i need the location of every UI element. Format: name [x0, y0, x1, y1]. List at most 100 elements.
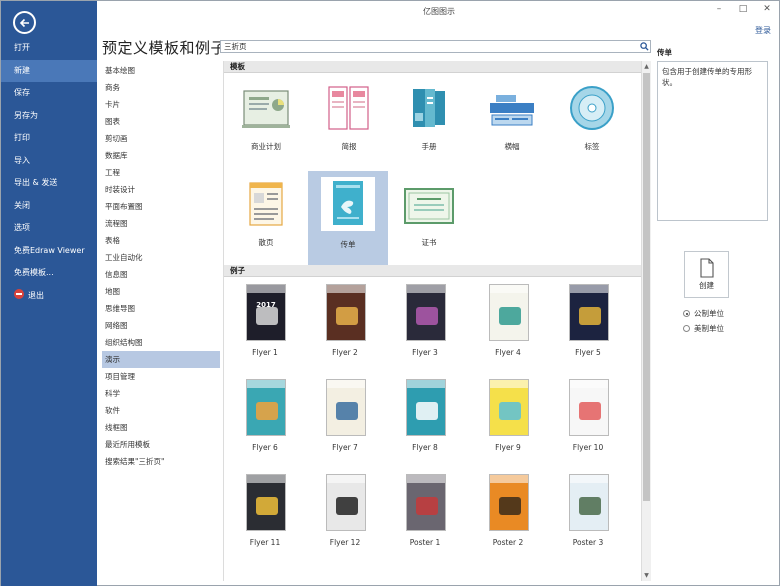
search-input[interactable]: [221, 41, 638, 52]
template-tile[interactable]: 简报: [309, 77, 389, 167]
nav-item-save[interactable]: 保存: [1, 82, 97, 105]
example-tile[interactable]: Flyer 3: [386, 284, 464, 374]
example-thumbnail: [326, 379, 366, 436]
template-tile[interactable]: 散页: [226, 173, 306, 263]
thumbnail-header-strip: [570, 475, 608, 483]
category-item[interactable]: 平面布置图: [102, 198, 220, 215]
nav-item-open[interactable]: 打开: [1, 37, 97, 60]
template-tile-selected[interactable]: 传单: [308, 171, 388, 265]
example-tile[interactable]: Flyer 11: [226, 474, 304, 564]
example-tile[interactable]: Flyer 7: [306, 379, 384, 469]
category-item[interactable]: 工程: [102, 164, 220, 181]
category-item[interactable]: 表格: [102, 232, 220, 249]
example-tile[interactable]: Poster 2: [469, 474, 547, 564]
category-item[interactable]: 流程图: [102, 215, 220, 232]
example-tile[interactable]: Flyer 9: [469, 379, 547, 469]
example-tile[interactable]: Flyer 4: [469, 284, 547, 374]
example-label: Flyer 11: [249, 538, 281, 547]
nav-item-save-as[interactable]: 另存为: [1, 105, 97, 128]
category-item[interactable]: 搜索结果"三折页": [102, 453, 220, 470]
example-tile[interactable]: Flyer 2: [306, 284, 384, 374]
example-tile[interactable]: 2017 Flyer 1: [226, 284, 304, 374]
back-button[interactable]: [13, 11, 36, 34]
thumbnail-graphic: [499, 497, 521, 515]
example-tile[interactable]: Poster 1: [386, 474, 464, 564]
category-item[interactable]: 线框图: [102, 419, 220, 436]
nav-item-exit-label: 退出: [28, 290, 44, 300]
category-item[interactable]: 工业自动化: [102, 249, 220, 266]
gallery-scrollbar[interactable]: ▲ ▼: [641, 61, 651, 581]
category-item[interactable]: 项目管理: [102, 368, 220, 385]
nav-item-import[interactable]: 导入: [1, 150, 97, 173]
category-item[interactable]: 商务: [102, 79, 220, 96]
login-link[interactable]: 登录: [755, 25, 771, 36]
category-item[interactable]: 时装设计: [102, 181, 220, 198]
template-tile[interactable]: 横幅: [472, 77, 552, 167]
nav-item-free-templates[interactable]: 免费模板...: [1, 262, 97, 285]
nav-item-new[interactable]: 新建: [1, 59, 97, 82]
search-box: [220, 40, 651, 53]
radio-icon[interactable]: [683, 310, 690, 317]
category-item[interactable]: 数据库: [102, 147, 220, 164]
search-icon[interactable]: [638, 41, 650, 52]
exit-icon: [14, 289, 24, 299]
description-box: 包含用于创建传单的专用形状。: [657, 61, 768, 221]
thumbnail-graphic: [256, 307, 278, 325]
page-title: 预定义模板和例子: [102, 39, 227, 57]
thumbnail-graphic: [499, 307, 521, 325]
scroll-thumb[interactable]: [643, 73, 650, 501]
category-item[interactable]: 科学: [102, 385, 220, 402]
category-item[interactable]: 图表: [102, 113, 220, 130]
nav-item-free-viewer[interactable]: 免费Edraw Viewer: [1, 240, 97, 263]
example-tile[interactable]: Flyer 8: [386, 379, 464, 469]
category-item[interactable]: 地图: [102, 283, 220, 300]
example-tile[interactable]: Flyer 5: [549, 284, 627, 374]
unit-option-metric[interactable]: 公制单位: [683, 308, 724, 319]
template-tile[interactable]: 商业计划: [226, 77, 306, 167]
example-label: Flyer 12: [329, 538, 361, 547]
category-item[interactable]: 网络图: [102, 317, 220, 334]
radio-icon[interactable]: [683, 325, 690, 332]
create-button[interactable]: 创建: [684, 251, 729, 298]
nav-item-export-send[interactable]: 导出 & 发送: [1, 172, 97, 195]
template-label: 标签: [584, 142, 600, 151]
close-icon[interactable]: ✕: [761, 4, 773, 14]
example-tile[interactable]: Flyer 10: [549, 379, 627, 469]
nav-item-exit[interactable]: 退出: [1, 285, 97, 308]
window-controls: – □ ✕: [713, 4, 773, 14]
maximize-icon[interactable]: □: [737, 4, 749, 14]
scroll-up-icon[interactable]: ▲: [642, 62, 651, 71]
example-tile[interactable]: Flyer 6: [226, 379, 304, 469]
nav-item-options[interactable]: 选项: [1, 217, 97, 240]
category-item[interactable]: 组织结构图: [102, 334, 220, 351]
category-item[interactable]: 思维导图: [102, 300, 220, 317]
template-tile[interactable]: 标签: [552, 77, 632, 167]
cd-label-icon: [570, 86, 614, 130]
category-item-presentation[interactable]: 演示: [102, 351, 220, 368]
nav-item-close[interactable]: 关闭: [1, 195, 97, 218]
scroll-down-icon[interactable]: ▼: [642, 571, 651, 580]
example-label: Flyer 5: [575, 348, 601, 357]
category-item[interactable]: 基本绘图: [102, 62, 220, 79]
thumbnail-header-strip: [247, 285, 285, 293]
template-tile[interactable]: 证书: [389, 173, 469, 263]
category-item[interactable]: 卡片: [102, 96, 220, 113]
thumbnail-header-strip: [570, 380, 608, 388]
example-thumbnail: [246, 474, 286, 531]
category-item[interactable]: 剪切画: [102, 130, 220, 147]
category-item[interactable]: 最近所用模板: [102, 436, 220, 453]
nav-item-print[interactable]: 打印: [1, 127, 97, 150]
category-item[interactable]: 信息图: [102, 266, 220, 283]
minimize-icon[interactable]: –: [713, 4, 725, 14]
category-item[interactable]: 软件: [102, 402, 220, 419]
create-button-label: 创建: [699, 281, 714, 290]
leaflet-icon: [249, 182, 283, 226]
example-tile[interactable]: Flyer 12: [306, 474, 384, 564]
example-label: Flyer 2: [332, 348, 358, 357]
unit-option-us[interactable]: 美制单位: [683, 323, 724, 334]
template-tile[interactable]: 手册: [389, 77, 469, 167]
thumbnail-graphic: [336, 307, 358, 325]
example-tile[interactable]: Poster 3: [549, 474, 627, 564]
title-bar: 亿图图示 – □ ✕: [97, 1, 780, 23]
template-label: 商业计划: [251, 142, 281, 151]
